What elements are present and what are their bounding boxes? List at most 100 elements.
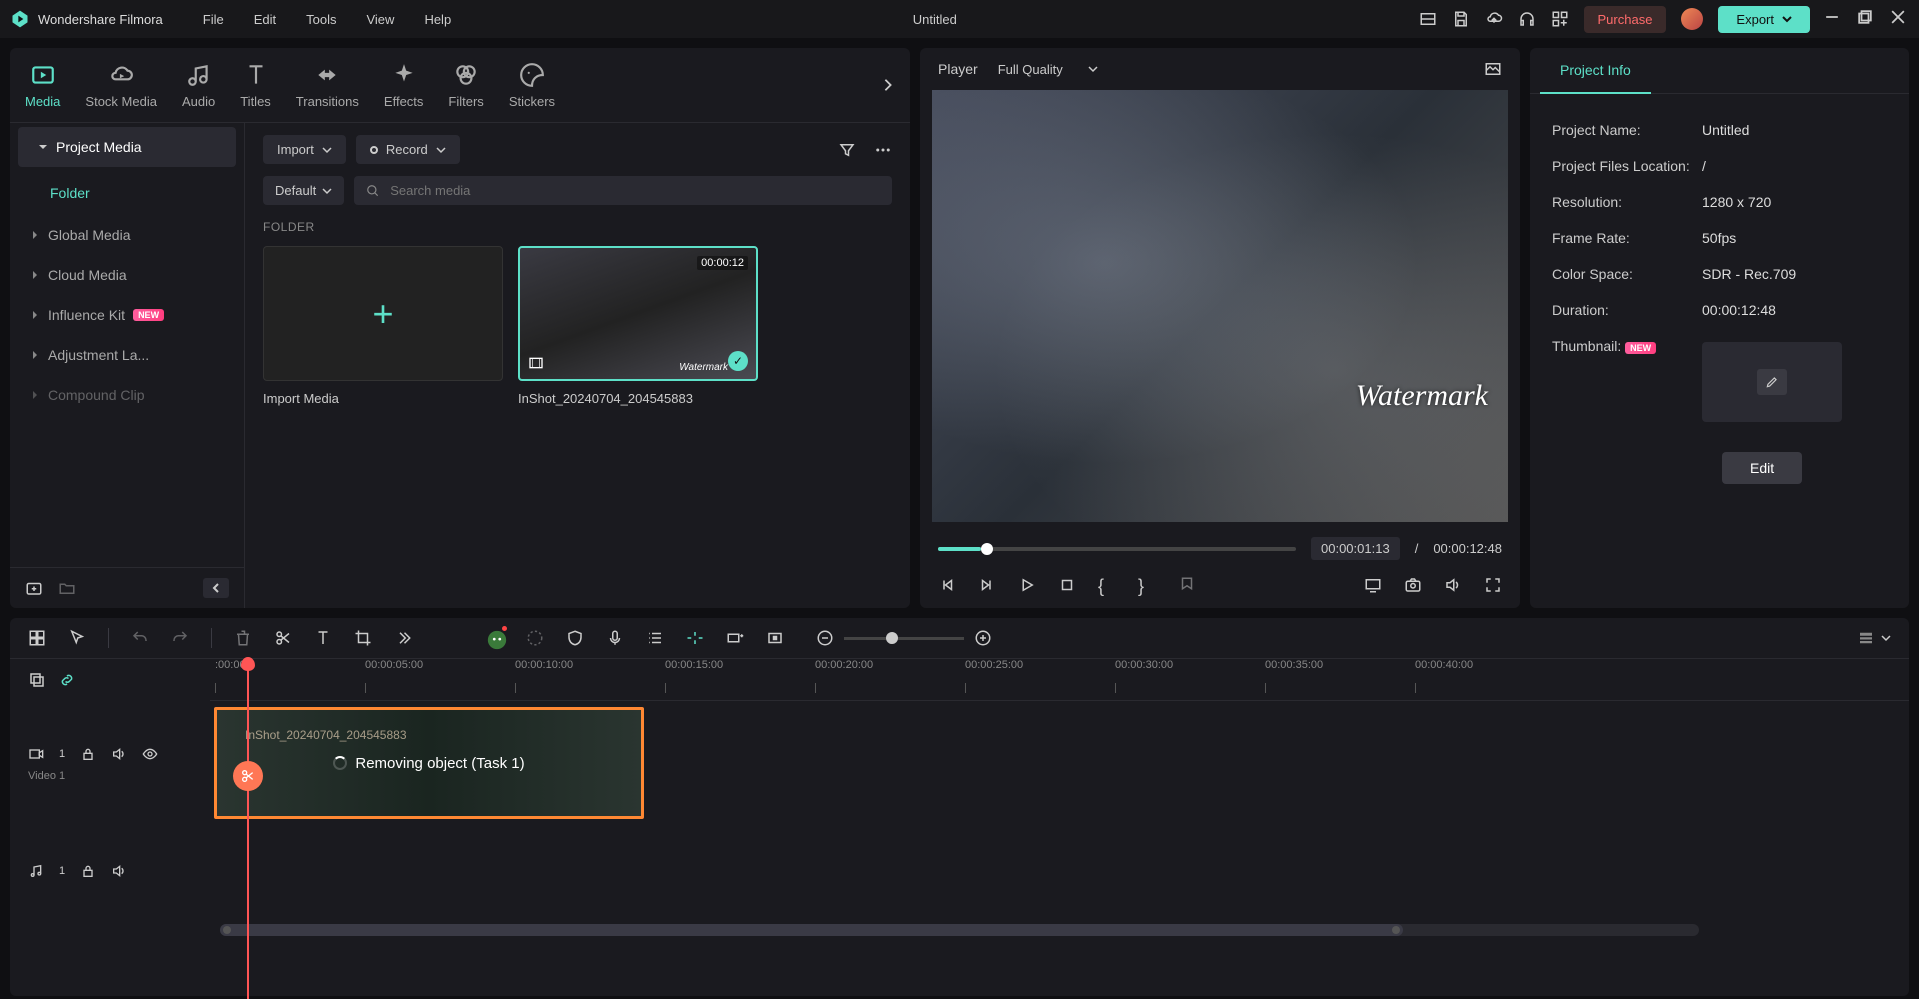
marker-icon[interactable]: [766, 629, 784, 647]
tab-filters[interactable]: Filters: [448, 62, 483, 109]
tabs-next-icon[interactable]: [881, 78, 895, 92]
edit-project-button[interactable]: Edit: [1722, 452, 1802, 484]
chevron-down-icon[interactable]: [1881, 633, 1891, 643]
sidebar-adjustment-layer[interactable]: Adjustment La...: [10, 335, 244, 375]
media-clip-card[interactable]: 00:00:12 Watermark ✓ InShot_20240704_204…: [518, 246, 758, 406]
timeline-ruler[interactable]: :00:00 00:00:05:00 00:00:10:00 00:00:15:…: [210, 659, 1909, 701]
play-icon[interactable]: [1018, 576, 1036, 594]
sidebar-cloud-media[interactable]: Cloud Media: [10, 255, 244, 295]
thumbnail-preview[interactable]: [1702, 342, 1842, 422]
crop-icon[interactable]: [354, 629, 372, 647]
menu-view[interactable]: View: [366, 12, 394, 27]
add-track-icon[interactable]: [726, 629, 744, 647]
sidebar-folder[interactable]: Folder: [10, 171, 244, 215]
minimize-button[interactable]: [1825, 10, 1843, 28]
shield-icon[interactable]: [566, 629, 584, 647]
tab-transitions[interactable]: Transitions: [296, 62, 359, 109]
search-box[interactable]: [354, 176, 892, 205]
sort-dropdown[interactable]: Default: [263, 176, 344, 205]
mute-icon[interactable]: [111, 863, 127, 879]
export-button[interactable]: Export: [1718, 6, 1810, 33]
magnet-icon[interactable]: [686, 629, 704, 647]
cursor-icon[interactable]: [68, 629, 86, 647]
zoom-slider[interactable]: [844, 637, 964, 640]
redo-icon[interactable]: [171, 629, 189, 647]
maximize-button[interactable]: [1858, 10, 1876, 28]
save-icon[interactable]: [1452, 10, 1470, 28]
close-button[interactable]: [1891, 10, 1909, 28]
import-media-card[interactable]: + Import Media: [263, 246, 503, 406]
playhead-scissors-icon[interactable]: [233, 761, 263, 791]
tab-stickers[interactable]: Stickers: [509, 62, 555, 109]
record-dropdown[interactable]: Record: [356, 135, 460, 164]
collapse-sidebar-button[interactable]: [203, 578, 229, 598]
visibility-icon[interactable]: [142, 746, 158, 762]
compare-icon[interactable]: [1484, 60, 1502, 78]
list-icon[interactable]: [646, 629, 664, 647]
speed-icon[interactable]: [526, 629, 544, 647]
import-dropdown[interactable]: Import: [263, 135, 346, 164]
duplicate-icon[interactable]: [28, 671, 46, 689]
track-view-icon[interactable]: [1857, 629, 1875, 647]
scrollbar-thumb[interactable]: [220, 924, 1403, 936]
tab-audio[interactable]: Audio: [182, 62, 215, 109]
menu-tools[interactable]: Tools: [306, 12, 336, 27]
sidebar-global-media[interactable]: Global Media: [10, 215, 244, 255]
project-info-tab[interactable]: Project Info: [1540, 48, 1651, 94]
folder-icon[interactable]: [58, 579, 76, 597]
new-folder-icon[interactable]: [25, 579, 43, 597]
display-icon[interactable]: [1364, 576, 1382, 594]
zoom-in-icon[interactable]: [974, 629, 992, 647]
menu-edit[interactable]: Edit: [254, 12, 276, 27]
menu-file[interactable]: File: [203, 12, 224, 27]
stop-icon[interactable]: [1058, 576, 1076, 594]
next-frame-icon[interactable]: [978, 576, 996, 594]
tab-stock-media[interactable]: Stock Media: [85, 62, 157, 109]
sidebar-project-media[interactable]: Project Media: [18, 127, 236, 167]
lock-icon[interactable]: [80, 746, 96, 762]
more-tools-icon[interactable]: [394, 629, 412, 647]
zoom-out-icon[interactable]: [816, 629, 834, 647]
split-icon[interactable]: [274, 629, 292, 647]
tab-media[interactable]: Media: [25, 62, 60, 109]
sidebar-compound-clip[interactable]: Compound Clip: [10, 375, 244, 415]
timeline-scrollbar[interactable]: [220, 924, 1699, 936]
lock-icon[interactable]: [80, 863, 96, 879]
search-input[interactable]: [390, 183, 880, 198]
layout-icon[interactable]: [1419, 10, 1437, 28]
delete-icon[interactable]: [234, 629, 252, 647]
fullscreen-icon[interactable]: [1484, 576, 1502, 594]
user-avatar[interactable]: [1681, 8, 1703, 30]
progress-handle[interactable]: [981, 543, 993, 555]
timeline-clip[interactable]: InShot_20240704_204545883 Removing objec…: [214, 707, 644, 819]
playhead-handle[interactable]: [241, 657, 255, 671]
volume-icon[interactable]: [1444, 576, 1462, 594]
sidebar-influence-kit[interactable]: Influence KitNEW: [10, 295, 244, 335]
mute-icon[interactable]: [111, 746, 127, 762]
more-icon[interactable]: [874, 141, 892, 159]
filter-icon[interactable]: [838, 141, 856, 159]
mark-out-icon[interactable]: }: [1138, 576, 1156, 594]
cloud-icon[interactable]: [1485, 10, 1503, 28]
ai-icon[interactable]: [486, 629, 504, 647]
quality-dropdown[interactable]: Full Quality: [998, 62, 1098, 77]
snapshot-icon[interactable]: [1404, 576, 1422, 594]
menu-help[interactable]: Help: [424, 12, 451, 27]
prev-frame-icon[interactable]: [938, 576, 956, 594]
player-viewport[interactable]: Watermark: [932, 90, 1508, 522]
progress-bar[interactable]: [938, 547, 1296, 551]
undo-icon[interactable]: [131, 629, 149, 647]
grid-icon[interactable]: [28, 629, 46, 647]
purchase-button[interactable]: Purchase: [1584, 6, 1667, 33]
tab-effects[interactable]: Effects: [384, 62, 424, 109]
playhead[interactable]: [247, 659, 249, 999]
mark-in-icon[interactable]: {: [1098, 576, 1116, 594]
mic-icon[interactable]: [606, 629, 624, 647]
text-icon[interactable]: [314, 629, 332, 647]
apps-icon[interactable]: [1551, 10, 1569, 28]
marker-dropdown-icon[interactable]: [1178, 576, 1196, 594]
headphones-icon[interactable]: [1518, 10, 1536, 28]
tab-titles[interactable]: Titles: [240, 62, 271, 109]
zoom-handle[interactable]: [886, 632, 898, 644]
edit-thumbnail-icon[interactable]: [1757, 369, 1787, 395]
